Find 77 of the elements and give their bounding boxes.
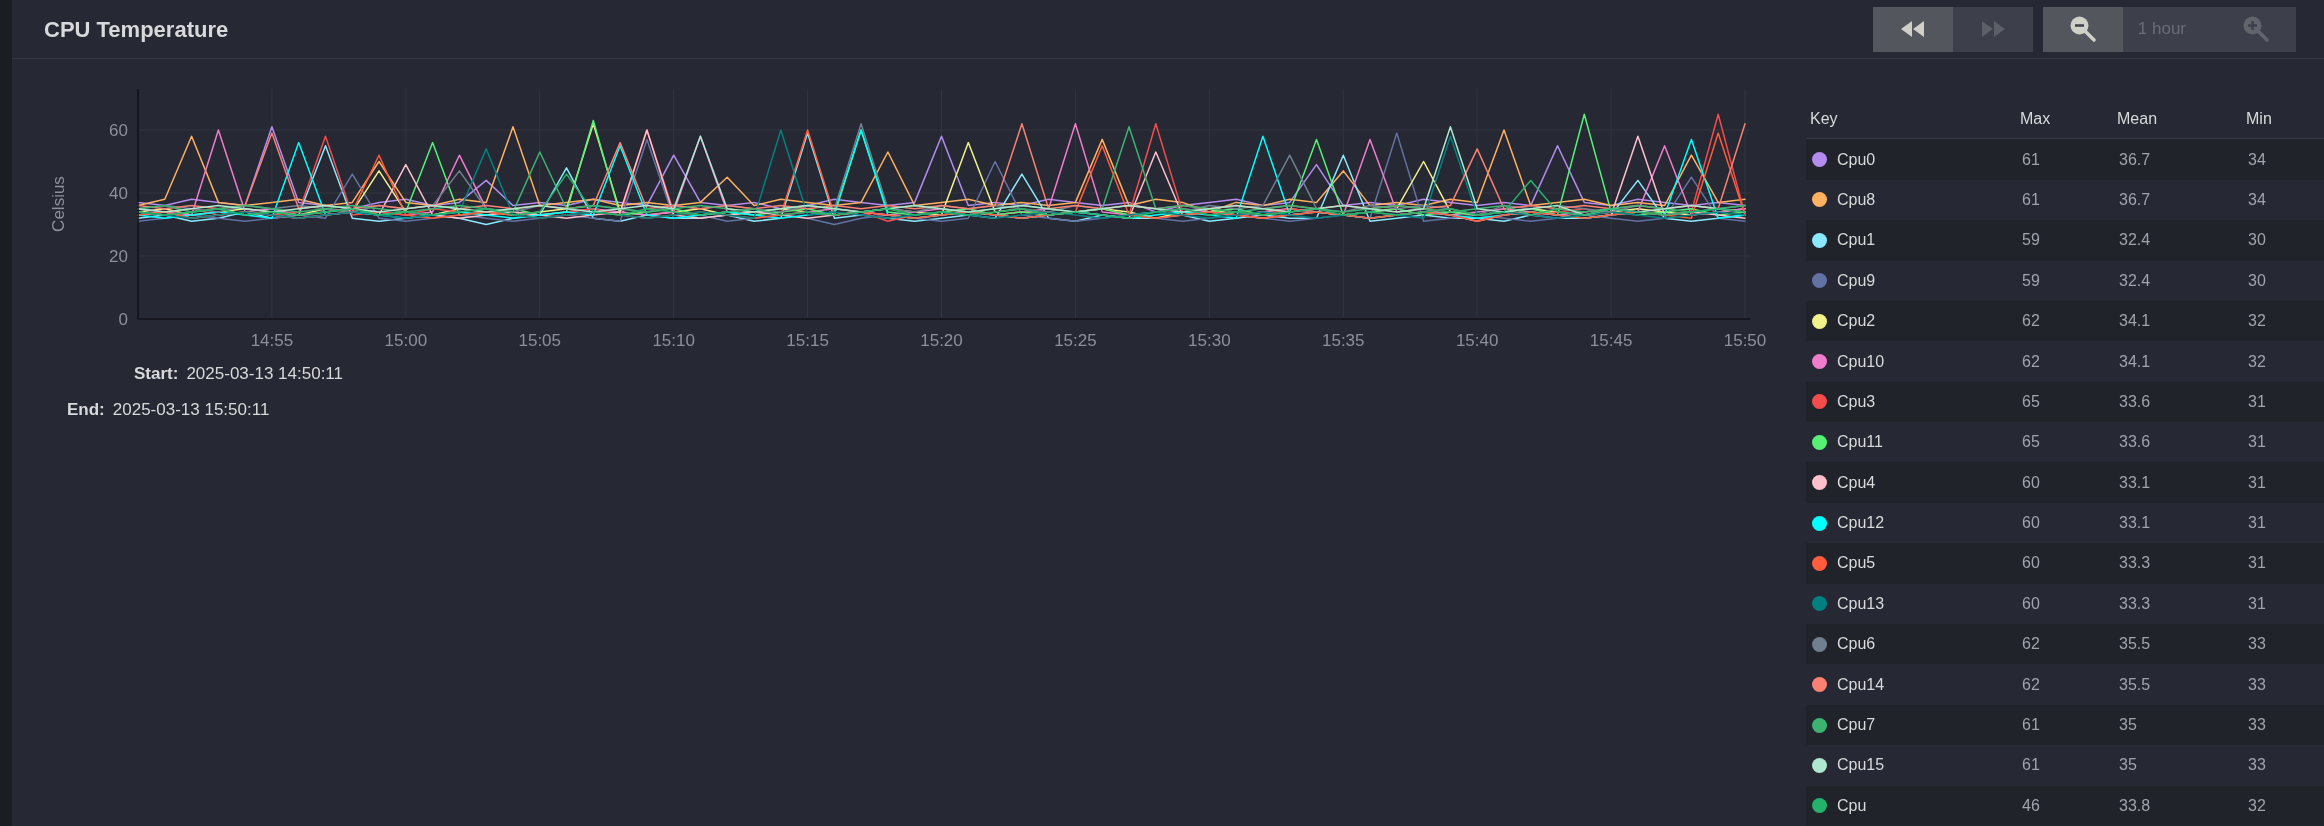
table-cell-text: 61 — [2022, 189, 2041, 210]
table-cell-text: 33.6 — [2119, 391, 2152, 412]
table-cell-text: 60 — [2022, 553, 2041, 574]
table-cell-text: 61 — [2022, 149, 2041, 170]
table-cell-text: 59 — [2022, 270, 2041, 291]
column-header: Max — [2020, 108, 2052, 129]
table-cell-text: 31 — [2248, 432, 2267, 453]
start-label: Start: — [134, 363, 179, 386]
table-cell-text: 35 — [2119, 715, 2138, 735]
y-axis-title: Celsius — [49, 176, 68, 233]
table-cell-text: 35.5 — [2119, 634, 2152, 655]
table-cell-text: 61 — [2022, 715, 2041, 735]
table-cell-text: 31 — [2248, 391, 2267, 412]
start-time: 2025-03-13 14:50:11 — [186, 363, 343, 386]
table-cell-text: 31 — [2248, 593, 2267, 614]
x-tick-label: 15:50 — [1723, 331, 1767, 351]
table-cell-text: 33.8 — [2119, 795, 2152, 816]
table-cell-text: 33.1 — [2119, 513, 2152, 534]
table-cell-text: 36.7 — [2119, 149, 2152, 170]
table-cell-text: 33.1 — [2119, 472, 2152, 493]
x-tick-label: 15:10 — [652, 331, 695, 351]
table-cell-text: 60 — [2022, 513, 2041, 534]
table-cell-text: 59 — [2022, 230, 2041, 251]
table-cell-text: 33 — [2248, 755, 2267, 776]
x-tick-label: 15:35 — [1322, 331, 1365, 351]
table-cell-text: 65 — [2022, 432, 2041, 453]
table-cell-text: 30 — [2248, 230, 2267, 251]
table-cell-text: 31 — [2248, 472, 2267, 493]
x-tick-label: 15:05 — [518, 331, 561, 351]
table-cell-text: 46 — [2022, 795, 2041, 816]
table-cell-text: 62 — [2022, 634, 2041, 655]
table-cell-text: 32.4 — [2119, 270, 2152, 291]
table-cell-text: 33.3 — [2119, 593, 2152, 614]
table-cell-text: 33 — [2248, 634, 2267, 655]
table-cell-text: 62 — [2022, 674, 2041, 695]
x-tick-label: 15:30 — [1188, 331, 1231, 351]
table-cell-text: 65 — [2022, 391, 2041, 412]
table-cell-text: 62 — [2022, 311, 2041, 332]
y-tick-label: 40 — [109, 184, 128, 204]
table-cell-text: 60 — [2022, 593, 2041, 614]
column-header: Min — [2246, 108, 2273, 129]
x-tick-label: 15:20 — [920, 331, 963, 351]
table-cell-text: 34.1 — [2119, 311, 2152, 332]
x-tick-label: 15:25 — [1054, 331, 1097, 351]
table-cell-text: 33.3 — [2119, 553, 2152, 574]
table-cell-text: 34.1 — [2119, 351, 2152, 372]
table-cell-text: 34 — [2248, 149, 2267, 170]
table-cell-text: 61 — [2022, 755, 2041, 776]
end-label: End: — [67, 398, 105, 421]
table-cell-text: 35.5 — [2119, 674, 2152, 695]
table-cell-text: 32 — [2248, 311, 2267, 332]
table-cell-text: 33 — [2248, 674, 2267, 695]
table-cell-text: 31 — [2248, 553, 2267, 574]
table-cell-text: 32.4 — [2119, 230, 2152, 251]
table-cell-text: 33 — [2248, 715, 2267, 735]
x-tick-label: 15:40 — [1455, 331, 1499, 351]
table-cell-text: 34 — [2248, 189, 2267, 210]
table-cell-text: 60 — [2022, 472, 2041, 493]
table-cell-text: 62 — [2022, 351, 2041, 372]
table-cell-text: 36.7 — [2119, 189, 2152, 210]
table-cell-text: 33.6 — [2119, 432, 2152, 453]
panel-title: CPU Temperature — [44, 15, 229, 44]
table-cell-text: 35 — [2119, 755, 2138, 776]
table-cell-text: 32 — [2248, 795, 2267, 816]
table-cell-text: 32 — [2248, 351, 2267, 372]
column-header: Mean — [2117, 108, 2159, 129]
table-cell-text: 31 — [2248, 513, 2267, 534]
column-header: Key — [1810, 108, 1839, 129]
y-tick-label: 0 — [118, 310, 128, 330]
y-tick-label: 20 — [109, 247, 128, 267]
x-tick-label: 15:45 — [1589, 331, 1633, 351]
table-cell-text: 30 — [2248, 270, 2267, 291]
end-time: 2025-03-13 15:50:11 — [112, 398, 270, 421]
y-tick-label: 60 — [109, 121, 128, 141]
x-tick-label: 14:55 — [250, 331, 294, 351]
x-tick-label: 15:00 — [384, 331, 428, 351]
x-tick-label: 15:15 — [786, 331, 829, 351]
